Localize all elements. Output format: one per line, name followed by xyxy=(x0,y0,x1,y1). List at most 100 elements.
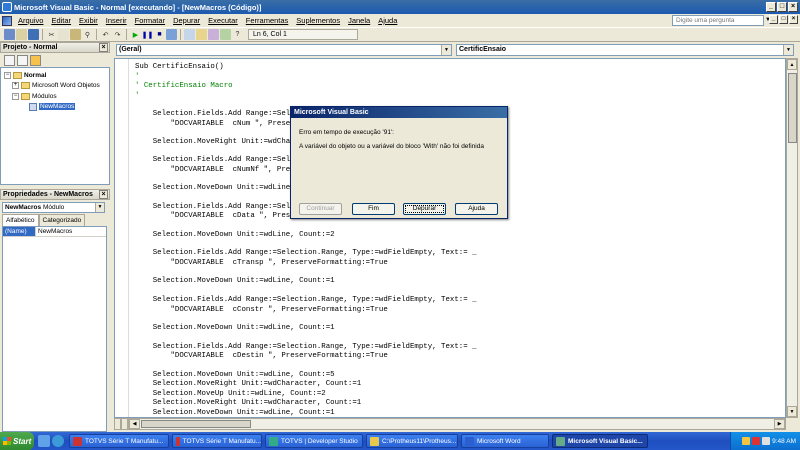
code-line[interactable]: Selection.MoveDown Unit:=wdLine, Count:=… xyxy=(135,231,335,240)
object-select[interactable]: (Geral) ▼ xyxy=(116,44,452,56)
project-explorer-icon[interactable] xyxy=(184,29,195,40)
paste-icon[interactable] xyxy=(70,29,81,40)
insert-module-icon[interactable] xyxy=(16,29,27,40)
scroll-up-icon[interactable]: ▲ xyxy=(787,59,797,70)
maximize-button[interactable]: □ xyxy=(777,2,787,12)
undo-icon[interactable]: ↶ xyxy=(100,29,111,40)
view-code-icon[interactable] xyxy=(4,54,15,66)
code-line[interactable]: Sub CertificEnsaio() xyxy=(135,63,224,72)
menu-exibir[interactable]: Exibir xyxy=(75,16,102,25)
code-line[interactable]: Selection.Fields.Add Range:=Selection.Ra… xyxy=(135,249,477,258)
menu-suplementos[interactable]: Suplementos xyxy=(292,16,344,25)
show-desktop-icon[interactable] xyxy=(38,435,50,447)
find-icon[interactable]: ⚲ xyxy=(82,29,93,40)
code-line[interactable]: "DOCVARIABLE cConstr ", PreserveFormatti… xyxy=(135,306,387,315)
procedure-view-icon[interactable] xyxy=(114,418,121,430)
expand-icon[interactable]: + xyxy=(12,82,19,90)
code-comment-line[interactable]: ' xyxy=(135,92,139,101)
mdi-close-button[interactable]: × xyxy=(789,15,798,24)
code-line[interactable]: "DOCVARIABLE cTransp ", PreserveFormatti… xyxy=(135,259,387,268)
project-tree[interactable]: − Normal + Microsoft Word Objetos − Módulos Ne… xyxy=(0,67,110,185)
start-button[interactable]: Start xyxy=(0,432,34,450)
code-comment-line[interactable]: ' CertificEnsaio Macro xyxy=(135,82,233,91)
design-mode-icon[interactable] xyxy=(166,29,177,40)
taskbar-button[interactable]: Microsoft Visual Basic... xyxy=(552,434,648,448)
menu-inserir[interactable]: Inserir xyxy=(102,16,131,25)
code-line[interactable]: Selection.MoveUp Unit:=wdLine, Count:=2 xyxy=(135,390,326,399)
clock[interactable]: 9:48 AM xyxy=(772,438,796,445)
copy-icon[interactable] xyxy=(58,29,69,40)
project-pane-close-button[interactable]: × xyxy=(99,43,108,52)
menu-depurar[interactable]: Depurar xyxy=(169,16,204,25)
scroll-down-icon[interactable]: ▼ xyxy=(787,406,797,417)
chevron-down-icon[interactable]: ▼ xyxy=(95,203,104,212)
view-word-icon[interactable] xyxy=(4,29,15,40)
minimize-button[interactable]: _ xyxy=(766,2,776,12)
reset-icon[interactable]: ■ xyxy=(154,29,165,40)
toggle-folders-icon[interactable] xyxy=(30,54,41,66)
toolbox-icon[interactable] xyxy=(220,29,231,40)
tree-node[interactable]: − Normal xyxy=(4,70,106,81)
mdi-minimize-button[interactable]: _ xyxy=(769,15,778,24)
menu-editar[interactable]: Editar xyxy=(47,16,75,25)
tab-alphabetic[interactable]: Alfabético xyxy=(2,214,39,226)
taskbar-button[interactable]: TOTVS | Developer Studio xyxy=(265,434,363,448)
code-line[interactable]: Selection.MoveRight Unit:=wdCharacter, C… xyxy=(135,399,361,408)
chevron-down-icon[interactable]: ▼ xyxy=(783,45,793,55)
vertical-scroll-thumb[interactable] xyxy=(788,73,797,143)
property-value[interactable]: NewMacros xyxy=(36,227,72,236)
code-line[interactable]: Selection.MoveRight Unit:=wdCharacter, C… xyxy=(135,380,361,389)
code-line[interactable]: Selection.MoveDown Unit:=wdLine, Count:=… xyxy=(135,324,335,333)
help-search-input[interactable]: Digite uma pergunta xyxy=(672,15,764,26)
tray-network-icon[interactable] xyxy=(752,437,761,445)
chevron-down-icon[interactable]: ▼ xyxy=(441,45,451,55)
taskbar-button[interactable]: TOTVS Série T Manufatu... xyxy=(172,434,262,448)
property-row[interactable]: (Name) NewMacros xyxy=(3,227,106,237)
close-button[interactable]: × xyxy=(788,2,798,12)
collapse-icon[interactable]: − xyxy=(12,92,19,100)
code-line[interactable]: Selection.MoveDown Unit:=wdLine, Count:=… xyxy=(135,371,335,380)
properties-pane-close-button[interactable]: × xyxy=(99,190,108,199)
taskbar-button[interactable]: C:\Protheus11\Protheus... xyxy=(366,434,458,448)
break-icon[interactable]: ❚❚ xyxy=(142,29,154,40)
tray-volume-icon[interactable] xyxy=(762,437,771,445)
mdi-restore-button[interactable]: □ xyxy=(779,15,788,24)
tree-node[interactable]: − Módulos xyxy=(4,91,106,102)
help-icon[interactable]: ? xyxy=(232,29,243,40)
document-menu-icon[interactable] xyxy=(2,15,12,26)
taskbar-button[interactable]: Microsoft Word xyxy=(461,434,549,448)
full-module-view-icon[interactable] xyxy=(121,418,128,430)
cut-icon[interactable]: ✂ xyxy=(46,29,57,40)
save-icon[interactable] xyxy=(28,29,39,40)
horizontal-scrollbar[interactable]: ◀ ▶ xyxy=(128,418,786,430)
object-browser-icon[interactable] xyxy=(208,29,219,40)
internet-explorer-icon[interactable] xyxy=(52,435,64,447)
properties-window-icon[interactable] xyxy=(196,29,207,40)
code-margin[interactable] xyxy=(115,59,129,417)
menu-executar[interactable]: Executar xyxy=(204,16,242,25)
code-line[interactable]: Selection.MoveDown Unit:=wdLine, Count:=… xyxy=(135,277,335,286)
view-object-icon[interactable] xyxy=(17,54,28,66)
end-button[interactable]: Fim xyxy=(352,203,395,215)
properties-object-select[interactable]: NewMacros Módulo ▼ xyxy=(2,202,105,213)
code-line[interactable]: Selection.Fields.Add Range:=Selection.Ra… xyxy=(135,296,477,305)
code-line[interactable]: Selection.MoveDown Unit:=wdLine, Count:=… xyxy=(135,409,335,417)
tree-node[interactable]: + Microsoft Word Objetos xyxy=(4,81,106,92)
collapse-icon[interactable]: − xyxy=(4,71,11,79)
procedure-select[interactable]: CertificEnsaio ▼ xyxy=(456,44,794,56)
tab-categorized[interactable]: Categorizado xyxy=(38,214,86,226)
tray-shield-icon[interactable] xyxy=(742,437,751,445)
code-line[interactable]: "DOCVARIABLE cDestin ", PreserveFormatti… xyxy=(135,352,387,361)
menu-janela[interactable]: Janela xyxy=(344,16,374,25)
redo-icon[interactable]: ↷ xyxy=(112,29,123,40)
scroll-left-icon[interactable]: ◀ xyxy=(129,419,140,429)
code-comment-line[interactable]: ' xyxy=(135,73,139,82)
tree-node[interactable]: NewMacros xyxy=(4,102,106,113)
run-icon[interactable]: ▶ xyxy=(130,29,141,40)
help-button[interactable]: Ajuda xyxy=(455,203,498,215)
menu-formatar[interactable]: Formatar xyxy=(131,16,169,25)
vertical-scrollbar[interactable]: ▲ ▼ xyxy=(786,58,798,418)
scroll-right-icon[interactable]: ▶ xyxy=(774,419,785,429)
menu-ajuda[interactable]: Ajuda xyxy=(374,16,401,25)
debug-button[interactable]: Depurar xyxy=(403,203,446,215)
